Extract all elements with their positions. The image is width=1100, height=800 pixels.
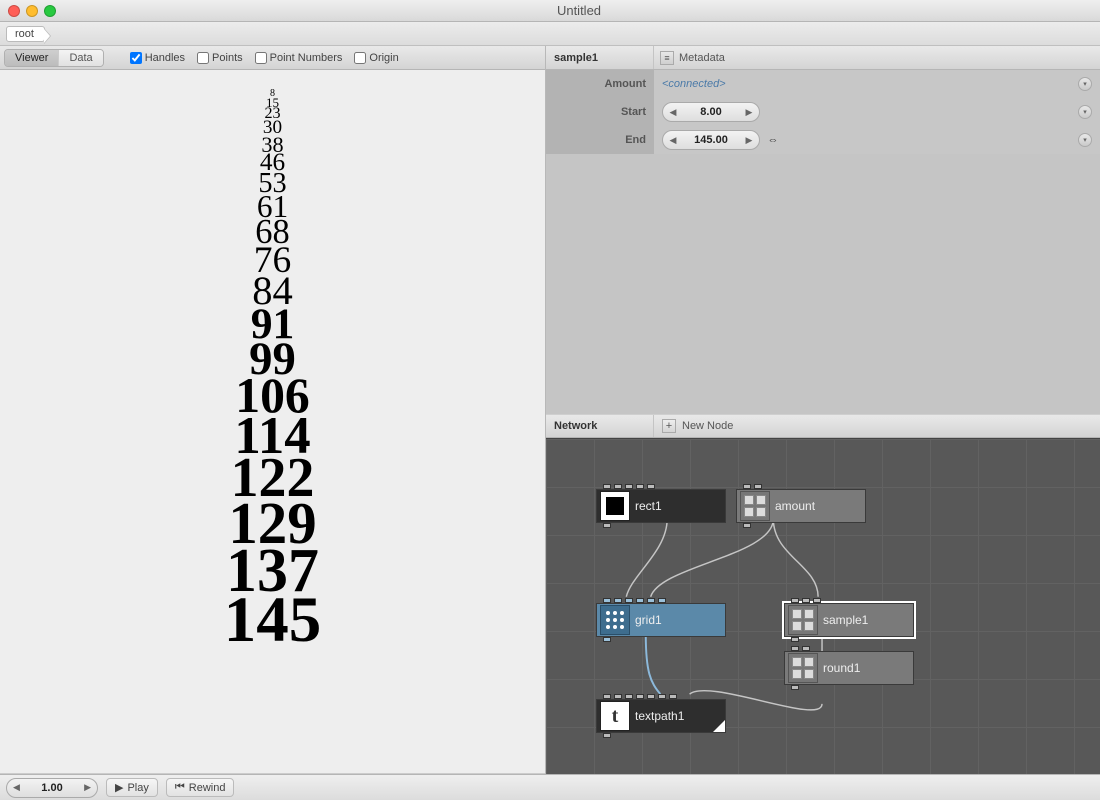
prop-amount-label: Amount [546, 70, 654, 98]
new-node-button[interactable]: + [662, 419, 676, 433]
breadcrumb-bar: root [0, 22, 1100, 46]
checkbox-point-numbers-label: Point Numbers [270, 52, 343, 64]
prop-start-label: Start [546, 98, 654, 126]
viewer-tabs: Viewer Data [4, 49, 104, 67]
play-icon: ▶ [115, 781, 123, 794]
zoom-window-button[interactable] [44, 5, 56, 17]
properties-empty-area [546, 154, 1100, 414]
prop-end-field[interactable]: ◀ 145.00 ▶ [662, 130, 760, 150]
breadcrumb-root[interactable]: root [6, 26, 45, 42]
prop-start-menu[interactable]: ▾ [1078, 105, 1092, 119]
node-rect1-label: rect1 [635, 499, 662, 513]
frame-increment[interactable]: ▶ [80, 780, 95, 796]
metadata-icon[interactable]: ≡ [660, 51, 674, 65]
playbar: ◀ 1.00 ▶ ▶ Play ⏮ Rewind [0, 774, 1100, 800]
prop-amount-menu[interactable]: ▾ [1078, 77, 1092, 91]
properties-panel: Amount Start End <connected> ▾ ◀ 8.00 ▶ … [546, 70, 1100, 154]
viewer-canvas[interactable]: 8152330384653616876849199106114122129137… [0, 70, 545, 774]
prop-start-increment[interactable]: ▶ [741, 104, 757, 120]
network-header: Network + New Node [546, 414, 1100, 438]
prop-end-decrement[interactable]: ◀ [665, 132, 681, 148]
checkbox-origin-label: Origin [369, 52, 398, 64]
node-textpath1[interactable]: t textpath1 [596, 699, 726, 733]
prop-start-field[interactable]: ◀ 8.00 ▶ [662, 102, 760, 122]
play-button[interactable]: ▶ Play [106, 778, 158, 797]
textpath-icon: t [600, 701, 630, 731]
prop-end-menu[interactable]: ▾ [1078, 133, 1092, 147]
rect-icon [600, 491, 630, 521]
close-window-button[interactable] [8, 5, 20, 17]
tab-data[interactable]: Data [59, 50, 102, 66]
checkbox-handles-input[interactable] [130, 52, 142, 64]
frame-field[interactable]: ◀ 1.00 ▶ [6, 778, 98, 798]
grid-icon [600, 605, 630, 635]
checkbox-origin[interactable]: Origin [354, 52, 398, 64]
rewind-button[interactable]: ⏮ Rewind [166, 778, 235, 797]
node-round1[interactable]: round1 [784, 651, 914, 685]
node-rect1[interactable]: rect1 [596, 489, 726, 523]
new-node-label: New Node [682, 420, 733, 432]
frame-value[interactable]: 1.00 [24, 782, 80, 794]
checkbox-handles[interactable]: Handles [130, 52, 185, 64]
titlebar: Untitled [0, 0, 1100, 22]
prop-amount-value: <connected> [662, 78, 726, 90]
node-amount-label: amount [775, 499, 815, 513]
node-amount[interactable]: amount [736, 489, 866, 523]
checkbox-points[interactable]: Points [197, 52, 243, 64]
splitter-icon[interactable]: ⇔ [766, 133, 780, 147]
checkbox-handles-label: Handles [145, 52, 185, 64]
checkbox-point-numbers[interactable]: Point Numbers [255, 52, 343, 64]
node-grid1-label: grid1 [635, 613, 662, 627]
checkbox-point-numbers-input[interactable] [255, 52, 267, 64]
network-header-label: Network [546, 415, 654, 437]
node-sample1-label: sample1 [823, 613, 868, 627]
tab-viewer[interactable]: Viewer [5, 50, 59, 66]
prop-start-decrement[interactable]: ◀ [665, 104, 681, 120]
canvas-number-stack: 8152330384653616876849199106114122129137… [224, 90, 322, 646]
network-canvas[interactable]: rect1 amount grid1 sample1 [546, 438, 1100, 774]
checkbox-points-label: Points [212, 52, 243, 64]
frame-decrement[interactable]: ◀ [9, 780, 24, 796]
number-icon [740, 491, 770, 521]
number-icon [788, 605, 818, 635]
node-grid1[interactable]: grid1 [596, 603, 726, 637]
node-textpath1-label: textpath1 [635, 709, 684, 723]
minimize-window-button[interactable] [26, 5, 38, 17]
prop-end-increment[interactable]: ▶ [741, 132, 757, 148]
prop-end-value[interactable]: 145.00 [681, 134, 741, 146]
prop-start-value[interactable]: 8.00 [681, 106, 741, 118]
number-icon [788, 653, 818, 683]
canvas-number: 145 [224, 595, 322, 646]
rewind-icon: ⏮ [175, 781, 185, 794]
checkbox-points-input[interactable] [197, 52, 209, 64]
selected-node-name: sample1 [546, 46, 654, 69]
node-sample1[interactable]: sample1 [784, 603, 914, 637]
viewer-toolbar: Viewer Data Handles Points Point Numbers… [0, 46, 545, 70]
metadata-tab[interactable]: Metadata [679, 52, 725, 64]
play-label: Play [127, 782, 148, 794]
window-title: Untitled [66, 3, 1092, 18]
prop-end-label: End [546, 126, 654, 154]
properties-header: sample1 ≡ Metadata [546, 46, 1100, 70]
checkbox-origin-input[interactable] [354, 52, 366, 64]
node-round1-label: round1 [823, 661, 860, 675]
rewind-label: Rewind [189, 782, 226, 794]
